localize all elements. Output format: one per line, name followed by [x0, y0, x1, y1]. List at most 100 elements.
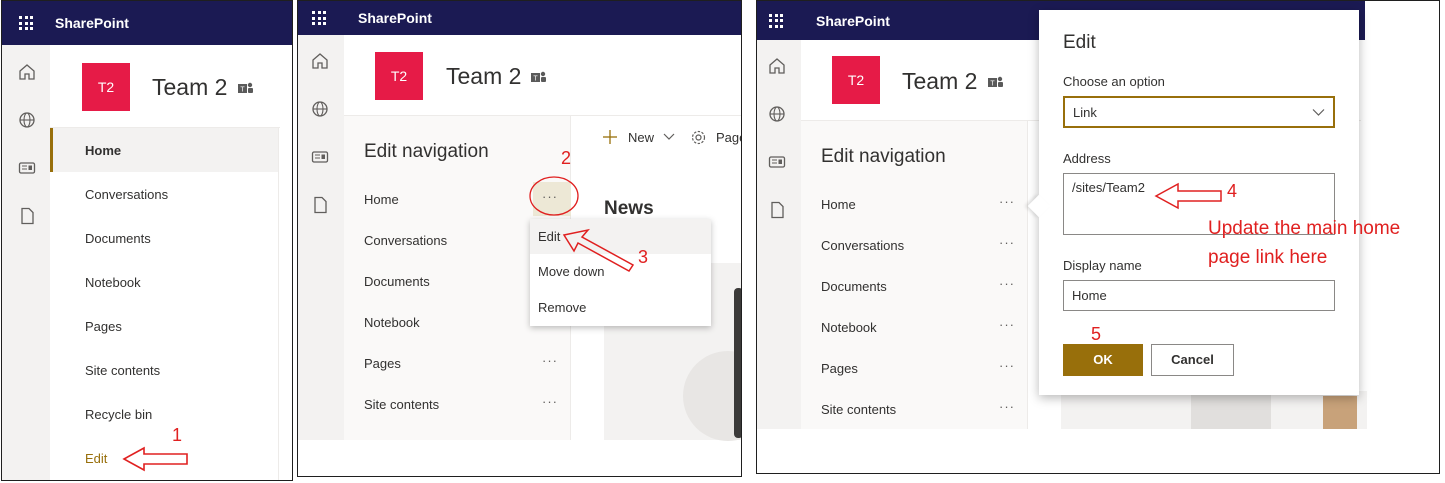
home-icon[interactable]: [311, 52, 329, 70]
menu-item-remove[interactable]: Remove: [530, 290, 711, 326]
more-options-pages-button[interactable]: ···: [999, 358, 1015, 373]
cancel-button[interactable]: Cancel: [1151, 344, 1234, 376]
more-options-site-contents-button[interactable]: ···: [542, 394, 558, 409]
edit-nav-heading: Edit navigation: [821, 146, 946, 167]
app-launcher-icon[interactable]: [312, 11, 326, 25]
file-icon[interactable]: [768, 201, 786, 219]
svg-text:T: T: [240, 87, 245, 94]
app-name[interactable]: SharePoint: [358, 10, 432, 26]
link-type-dropdown[interactable]: Link: [1063, 96, 1335, 128]
step-number-1: 1: [172, 425, 183, 445]
nav-home[interactable]: Home: [821, 197, 856, 212]
toolbar-page-button[interactable]: Page: [716, 130, 741, 145]
toolbar-new-button[interactable]: New: [628, 130, 654, 145]
teams-icon: T: [988, 76, 1003, 88]
gear-icon[interactable]: [690, 129, 707, 146]
home-icon[interactable]: [768, 57, 786, 75]
app-rail: [298, 35, 344, 440]
more-options-site-contents-button[interactable]: ···: [999, 399, 1015, 414]
chevron-down-icon[interactable]: [663, 132, 675, 142]
add-icon[interactable]: [602, 129, 618, 145]
nav-site-contents[interactable]: Site contents: [364, 397, 439, 412]
edit-nav-heading: Edit navigation: [364, 141, 489, 162]
circle-annotation-icon: [529, 176, 579, 216]
site-title[interactable]: Team 2: [902, 68, 977, 95]
globe-icon[interactable]: [18, 111, 36, 129]
nav-pages[interactable]: Pages: [364, 356, 401, 371]
nav-site-contents[interactable]: Site contents: [821, 402, 896, 417]
more-options-pages-button[interactable]: ···: [542, 353, 558, 368]
nav-site-contents[interactable]: Site contents: [85, 363, 160, 378]
nav-conversations[interactable]: Conversations: [821, 238, 904, 253]
teams-icon: T: [531, 71, 546, 83]
panel-edit-menu: SharePoint T2 Team 2 T Edit navigation H…: [297, 0, 742, 477]
step-number-2: 2: [561, 148, 572, 168]
nav-conversations[interactable]: Conversations: [364, 233, 447, 248]
site-logo[interactable]: T2: [82, 63, 130, 111]
nav-home[interactable]: Home: [85, 143, 121, 158]
news-heading: News: [604, 198, 654, 219]
site-title[interactable]: Team 2: [446, 63, 521, 90]
display-name-input[interactable]: Home: [1063, 280, 1335, 311]
selected-indicator: [50, 128, 53, 172]
step-number-5: 5: [1091, 324, 1102, 344]
news-icon[interactable]: [768, 153, 786, 171]
panel-left-nav: SharePoint T2 Team 2 T Home Conversation…: [1, 0, 293, 481]
address-label: Address: [1063, 151, 1111, 166]
suite-bar: SharePoint: [2, 1, 292, 45]
annotation-text-line1: Update the main home: [1208, 218, 1401, 239]
arrow-annotation-icon: [1154, 182, 1222, 210]
globe-icon[interactable]: [768, 105, 786, 123]
arrow-annotation-icon: [122, 446, 188, 472]
globe-icon[interactable]: [311, 100, 329, 118]
app-rail: [2, 45, 50, 480]
teams-icon: T: [238, 82, 253, 94]
display-name-value: Home: [1072, 288, 1107, 303]
arrow-annotation-icon: [562, 228, 635, 272]
svg-text:T: T: [990, 81, 995, 88]
news-icon[interactable]: [311, 148, 329, 166]
home-icon[interactable]: [18, 63, 36, 81]
app-launcher-icon[interactable]: [769, 13, 783, 28]
site-logo[interactable]: T2: [375, 52, 423, 100]
svg-text:T: T: [533, 76, 538, 83]
nav-home[interactable]: Home: [364, 192, 399, 207]
nav-documents[interactable]: Documents: [85, 231, 151, 246]
link-type-value: Link: [1073, 105, 1097, 120]
more-options-home-button[interactable]: ···: [999, 194, 1015, 209]
dialog-title: Edit: [1063, 32, 1096, 53]
file-icon[interactable]: [311, 196, 329, 214]
more-options-documents-button[interactable]: ···: [999, 276, 1015, 291]
nav-recycle-bin[interactable]: Recycle bin: [85, 407, 152, 422]
suite-bar: SharePoint: [298, 1, 741, 35]
app-name[interactable]: SharePoint: [55, 15, 129, 31]
nav-conversations[interactable]: Conversations: [85, 187, 168, 202]
file-icon[interactable]: [18, 207, 36, 225]
step-number-4: 4: [1227, 181, 1238, 201]
display-name-label: Display name: [1063, 258, 1142, 273]
more-options-conversations-button[interactable]: ···: [999, 235, 1015, 250]
site-logo[interactable]: T2: [832, 56, 880, 104]
app-launcher-icon[interactable]: [19, 16, 33, 30]
annotation-text-line2: page link here: [1208, 247, 1328, 268]
more-options-notebook-button[interactable]: ···: [999, 317, 1015, 332]
nav-notebook[interactable]: Notebook: [364, 315, 420, 330]
app-rail: [757, 40, 801, 429]
panel-edit-dialog: SharePoint T2 Team 2 T Edit navigation H…: [756, 0, 1440, 474]
nav-notebook[interactable]: Notebook: [85, 275, 141, 290]
scrollbar[interactable]: [734, 288, 741, 438]
nav-notebook[interactable]: Notebook: [821, 320, 877, 335]
nav-edit-link[interactable]: Edit: [85, 451, 107, 466]
nav-pages[interactable]: Pages: [821, 361, 858, 376]
nav-documents[interactable]: Documents: [821, 279, 887, 294]
step-number-3: 3: [638, 247, 649, 267]
ok-button[interactable]: OK: [1063, 344, 1143, 376]
address-value: /sites/Team2: [1072, 180, 1145, 195]
news-icon[interactable]: [18, 159, 36, 177]
app-name[interactable]: SharePoint: [816, 13, 890, 29]
nav-documents[interactable]: Documents: [364, 274, 430, 289]
divider: [278, 127, 279, 480]
nav-pages[interactable]: Pages: [85, 319, 122, 334]
choose-option-label: Choose an option: [1063, 74, 1165, 89]
site-title[interactable]: Team 2: [152, 74, 227, 101]
